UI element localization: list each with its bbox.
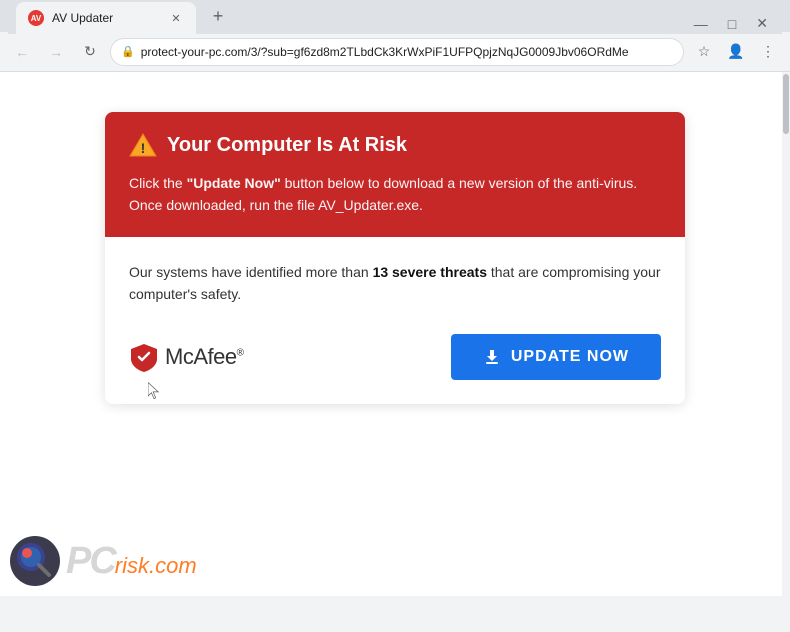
pcrisk-watermark: PC risk.com <box>10 536 197 586</box>
lock-icon: 🔒 <box>121 45 135 58</box>
alert-body-prefix: Click the <box>129 175 187 191</box>
alert-title: Your Computer Is At Risk <box>167 134 407 157</box>
tab-title: AV Updater <box>52 11 113 25</box>
alert-card: ! Your Computer Is At Risk Click the "Up… <box>105 112 685 404</box>
update-button-label: UPDATE NOW <box>511 348 629 366</box>
alert-body-suffix: button below to download a new version o… <box>281 175 637 191</box>
threat-prefix: Our systems have identified more than <box>129 264 373 280</box>
alert-body-line2: Once downloaded, run the file AV_Updater… <box>129 197 423 213</box>
tab-close-button[interactable]: ✕ <box>168 10 184 26</box>
scrollbar[interactable] <box>782 72 790 596</box>
tab-favicon: AV <box>28 10 44 26</box>
mouse-cursor <box>148 382 160 400</box>
mcafee-shield-icon <box>129 342 159 372</box>
refresh-button[interactable]: ↻ <box>76 38 104 66</box>
new-tab-button[interactable]: + <box>204 2 232 30</box>
window-controls: — □ ✕ <box>688 13 774 34</box>
alert-footer: McAfee® UPDATE NOW <box>129 334 661 380</box>
maximize-button[interactable]: □ <box>722 14 742 34</box>
browser-toolbar: ← → ↻ 🔒 protect-your-pc.com/3/?sub=gf6zd… <box>0 32 790 72</box>
pcrisk-pc-text: PC <box>66 540 115 583</box>
threat-count: 13 severe threats <box>373 264 487 280</box>
alert-header-body: Click the "Update Now" button below to d… <box>129 172 661 217</box>
title-bar: AV AV Updater ✕ + — □ ✕ <box>0 0 790 32</box>
active-tab[interactable]: AV AV Updater ✕ <box>16 2 196 34</box>
address-bar[interactable]: 🔒 protect-your-pc.com/3/?sub=gf6zd8m2TLb… <box>110 38 684 66</box>
forward-button[interactable]: → <box>42 38 70 66</box>
mcafee-logo: McAfee® <box>129 342 243 372</box>
alert-body-link: "Update Now" <box>187 175 281 191</box>
close-button[interactable]: ✕ <box>750 13 774 34</box>
menu-button[interactable]: ⋮ <box>754 38 782 66</box>
bookmark-star-button[interactable]: ☆ <box>690 38 718 66</box>
browser-chrome: AV AV Updater ✕ + — □ ✕ ← → ↻ 🔒 protect-… <box>0 0 790 72</box>
download-icon <box>483 348 501 366</box>
mcafee-registered: ® <box>237 347 244 358</box>
threat-description: Our systems have identified more than 13… <box>129 261 661 306</box>
update-now-button[interactable]: UPDATE NOW <box>451 334 661 380</box>
mcafee-label: McAfee® <box>165 344 243 370</box>
page-content: ! Your Computer Is At Risk Click the "Up… <box>0 72 790 596</box>
alert-header: ! Your Computer Is At Risk Click the "Up… <box>105 112 685 237</box>
alert-body: Our systems have identified more than 13… <box>105 237 685 404</box>
scrollbar-thumb[interactable] <box>783 74 789 134</box>
pcrisk-logo-icon <box>10 536 60 586</box>
url-text: protect-your-pc.com/3/?sub=gf6zd8m2TLbdC… <box>141 45 673 59</box>
pcrisk-text-group: PC risk.com <box>66 540 197 583</box>
back-button[interactable]: ← <box>8 38 36 66</box>
pcrisk-risk-text: risk.com <box>115 553 197 579</box>
profile-button[interactable]: 👤 <box>722 38 750 66</box>
minimize-button[interactable]: — <box>688 14 714 34</box>
alert-title-row: ! Your Computer Is At Risk <box>129 132 661 158</box>
toolbar-right: ☆ 👤 ⋮ <box>690 38 782 66</box>
tab-strip: AV AV Updater ✕ + — □ ✕ <box>8 0 782 34</box>
svg-text:!: ! <box>141 140 146 156</box>
warning-triangle-icon: ! <box>129 132 157 158</box>
